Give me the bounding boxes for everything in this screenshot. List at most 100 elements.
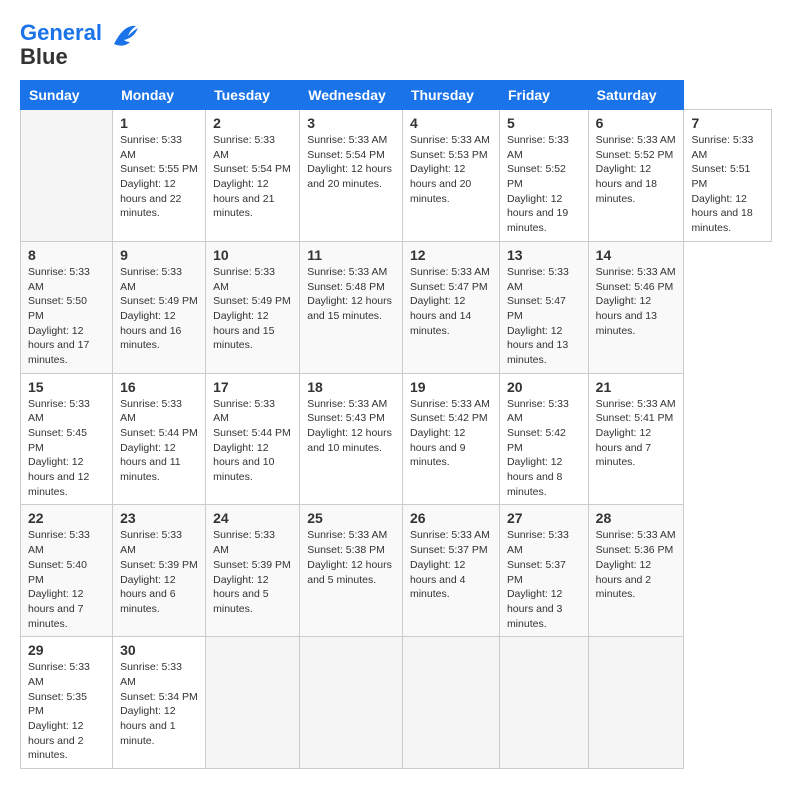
day-info: Sunrise: 5:33 AMSunset: 5:37 PMDaylight:… bbox=[410, 528, 492, 601]
day-number: 14 bbox=[596, 247, 677, 263]
day-number: 5 bbox=[507, 115, 581, 131]
day-number: 16 bbox=[120, 379, 198, 395]
day-number: 13 bbox=[507, 247, 581, 263]
day-info: Sunrise: 5:33 AMSunset: 5:34 PMDaylight:… bbox=[120, 660, 198, 748]
day-number: 11 bbox=[307, 247, 395, 263]
day-number: 12 bbox=[410, 247, 492, 263]
day-number: 9 bbox=[120, 247, 198, 263]
calendar-cell: 11 Sunrise: 5:33 AMSunset: 5:48 PMDayligh… bbox=[300, 241, 403, 373]
calendar-week-row: 22 Sunrise: 5:33 AMSunset: 5:40 PMDayligh… bbox=[21, 505, 772, 637]
calendar-header-tuesday: Tuesday bbox=[206, 81, 300, 110]
day-info: Sunrise: 5:33 AMSunset: 5:44 PMDaylight:… bbox=[120, 397, 198, 485]
day-number: 24 bbox=[213, 510, 292, 526]
day-info: Sunrise: 5:33 AMSunset: 5:36 PMDaylight:… bbox=[596, 528, 677, 601]
day-info: Sunrise: 5:33 AMSunset: 5:37 PMDaylight:… bbox=[507, 528, 581, 631]
calendar-header-monday: Monday bbox=[113, 81, 206, 110]
calendar-header-row: SundayMondayTuesdayWednesdayThursdayFrid… bbox=[21, 81, 772, 110]
day-info: Sunrise: 5:33 AMSunset: 5:55 PMDaylight:… bbox=[120, 133, 198, 221]
calendar-cell: 3Sunrise: 5:33 AMSunset: 5:54 PMDaylight… bbox=[300, 110, 403, 242]
calendar-cell bbox=[206, 637, 300, 769]
calendar-cell: 20Sunrise: 5:33 AMSunset: 5:42 PMDayligh… bbox=[499, 373, 588, 505]
calendar-cell: 25Sunrise: 5:33 AMSunset: 5:38 PMDayligh… bbox=[300, 505, 403, 637]
calendar-cell: 22 Sunrise: 5:33 AMSunset: 5:40 PMDayligh… bbox=[21, 505, 113, 637]
day-number: 1 bbox=[120, 115, 198, 131]
day-number: 20 bbox=[507, 379, 581, 395]
calendar-cell: 6 Sunrise: 5:33 AMSunset: 5:52 PMDaylight… bbox=[588, 110, 684, 242]
day-number: 19 bbox=[410, 379, 492, 395]
day-number: 30 bbox=[120, 642, 198, 658]
calendar-cell: 8 Sunrise: 5:33 AMSunset: 5:50 PMDaylight… bbox=[21, 241, 113, 373]
day-number: 18 bbox=[307, 379, 395, 395]
day-info: Sunrise: 5:33 AMSunset: 5:47 PMDaylight:… bbox=[507, 265, 581, 368]
day-number: 2 bbox=[213, 115, 292, 131]
calendar-cell: 26 Sunrise: 5:33 AMSunset: 5:37 PMDayligh… bbox=[402, 505, 499, 637]
day-number: 22 bbox=[28, 510, 105, 526]
calendar-week-row: 15 Sunrise: 5:33 AMSunset: 5:45 PMDayligh… bbox=[21, 373, 772, 505]
day-number: 28 bbox=[596, 510, 677, 526]
day-info: Sunrise: 5:33 AMSunset: 5:50 PMDaylight:… bbox=[28, 265, 105, 368]
day-info: Sunrise: 5:33 AMSunset: 5:52 PMDaylight:… bbox=[596, 133, 677, 206]
calendar-cell: 9 Sunrise: 5:33 AMSunset: 5:49 PMDaylight… bbox=[113, 241, 206, 373]
calendar-cell: 15 Sunrise: 5:33 AMSunset: 5:45 PMDayligh… bbox=[21, 373, 113, 505]
calendar-week-row: 29 Sunrise: 5:33 AMSunset: 5:35 PMDayligh… bbox=[21, 637, 772, 769]
calendar-cell: 29 Sunrise: 5:33 AMSunset: 5:35 PMDayligh… bbox=[21, 637, 113, 769]
day-number: 10 bbox=[213, 247, 292, 263]
day-number: 4 bbox=[410, 115, 492, 131]
calendar-cell bbox=[21, 110, 113, 242]
calendar-cell: 17Sunrise: 5:33 AMSunset: 5:44 PMDayligh… bbox=[206, 373, 300, 505]
day-info: Sunrise: 5:33 AMSunset: 5:49 PMDaylight:… bbox=[120, 265, 198, 353]
day-number: 29 bbox=[28, 642, 105, 658]
calendar-cell: 12 Sunrise: 5:33 AMSunset: 5:47 PMDayligh… bbox=[402, 241, 499, 373]
day-info: Sunrise: 5:33 AMSunset: 5:48 PMDaylight:… bbox=[307, 265, 395, 324]
day-info: Sunrise: 5:33 AMSunset: 5:46 PMDaylight:… bbox=[596, 265, 677, 338]
calendar-cell: 28 Sunrise: 5:33 AMSunset: 5:36 PMDayligh… bbox=[588, 505, 684, 637]
day-info: Sunrise: 5:33 AMSunset: 5:42 PMDaylight:… bbox=[410, 397, 492, 470]
calendar-cell: 21 Sunrise: 5:33 AMSunset: 5:41 PMDayligh… bbox=[588, 373, 684, 505]
day-number: 23 bbox=[120, 510, 198, 526]
day-info: Sunrise: 5:33 AMSunset: 5:47 PMDaylight:… bbox=[410, 265, 492, 338]
calendar-cell: 16 Sunrise: 5:33 AMSunset: 5:44 PMDayligh… bbox=[113, 373, 206, 505]
calendar-cell: 10 Sunrise: 5:33 AMSunset: 5:49 PMDayligh… bbox=[206, 241, 300, 373]
day-info: Sunrise: 5:33 AMSunset: 5:40 PMDaylight:… bbox=[28, 528, 105, 631]
calendar-cell: 24 Sunrise: 5:33 AMSunset: 5:39 PMDayligh… bbox=[206, 505, 300, 637]
calendar-cell: 4 Sunrise: 5:33 AMSunset: 5:53 PMDaylight… bbox=[402, 110, 499, 242]
calendar-header-sunday: Sunday bbox=[21, 81, 113, 110]
day-info: Sunrise: 5:33 AMSunset: 5:43 PMDaylight:… bbox=[307, 397, 395, 456]
day-info: Sunrise: 5:33 AMSunset: 5:52 PMDaylight:… bbox=[507, 133, 581, 236]
day-info: Sunrise: 5:33 AMSunset: 5:38 PMDaylight:… bbox=[307, 528, 395, 587]
calendar-cell: 18 Sunrise: 5:33 AMSunset: 5:43 PMDayligh… bbox=[300, 373, 403, 505]
day-info: Sunrise: 5:33 AMSunset: 5:41 PMDaylight:… bbox=[596, 397, 677, 470]
day-number: 6 bbox=[596, 115, 677, 131]
calendar-cell: 2 Sunrise: 5:33 AMSunset: 5:54 PMDaylight… bbox=[206, 110, 300, 242]
day-number: 15 bbox=[28, 379, 105, 395]
calendar-header-wednesday: Wednesday bbox=[300, 81, 403, 110]
calendar-table: SundayMondayTuesdayWednesdayThursdayFrid… bbox=[20, 80, 772, 769]
day-info: Sunrise: 5:33 AMSunset: 5:39 PMDaylight:… bbox=[120, 528, 198, 616]
day-info: Sunrise: 5:33 AMSunset: 5:44 PMDaylight:… bbox=[213, 397, 292, 485]
calendar-cell: 23 Sunrise: 5:33 AMSunset: 5:39 PMDayligh… bbox=[113, 505, 206, 637]
day-info: Sunrise: 5:33 AMSunset: 5:45 PMDaylight:… bbox=[28, 397, 105, 500]
logo-bird-icon bbox=[110, 20, 138, 48]
calendar-cell: 1 Sunrise: 5:33 AMSunset: 5:55 PMDaylight… bbox=[113, 110, 206, 242]
day-info: Sunrise: 5:33 AMSunset: 5:49 PMDaylight:… bbox=[213, 265, 292, 353]
day-number: 27 bbox=[507, 510, 581, 526]
calendar-cell bbox=[402, 637, 499, 769]
calendar-cell: 19 Sunrise: 5:33 AMSunset: 5:42 PMDayligh… bbox=[402, 373, 499, 505]
day-info: Sunrise: 5:33 AMSunset: 5:39 PMDaylight:… bbox=[213, 528, 292, 616]
day-info: Sunrise: 5:33 AMSunset: 5:53 PMDaylight:… bbox=[410, 133, 492, 206]
calendar-week-row: 1 Sunrise: 5:33 AMSunset: 5:55 PMDaylight… bbox=[21, 110, 772, 242]
day-info: Sunrise: 5:33 AMSunset: 5:54 PMDaylight:… bbox=[213, 133, 292, 221]
day-number: 8 bbox=[28, 247, 105, 263]
day-number: 26 bbox=[410, 510, 492, 526]
day-info: Sunrise: 5:33 AMSunset: 5:51 PMDaylight:… bbox=[691, 133, 764, 236]
day-number: 7 bbox=[691, 115, 764, 131]
logo: General Blue bbox=[20, 20, 138, 70]
calendar-cell: 5 Sunrise: 5:33 AMSunset: 5:52 PMDaylight… bbox=[499, 110, 588, 242]
calendar-cell: 7 Sunrise: 5:33 AMSunset: 5:51 PMDaylight… bbox=[684, 110, 772, 242]
day-info: Sunrise: 5:33 AMSunset: 5:35 PMDaylight:… bbox=[28, 660, 105, 763]
day-number: 21 bbox=[596, 379, 677, 395]
calendar-cell: 30 Sunrise: 5:33 AMSunset: 5:34 PMDayligh… bbox=[113, 637, 206, 769]
calendar-cell: 14 Sunrise: 5:33 AMSunset: 5:46 PMDayligh… bbox=[588, 241, 684, 373]
calendar-header-thursday: Thursday bbox=[402, 81, 499, 110]
day-number: 3 bbox=[307, 115, 395, 131]
